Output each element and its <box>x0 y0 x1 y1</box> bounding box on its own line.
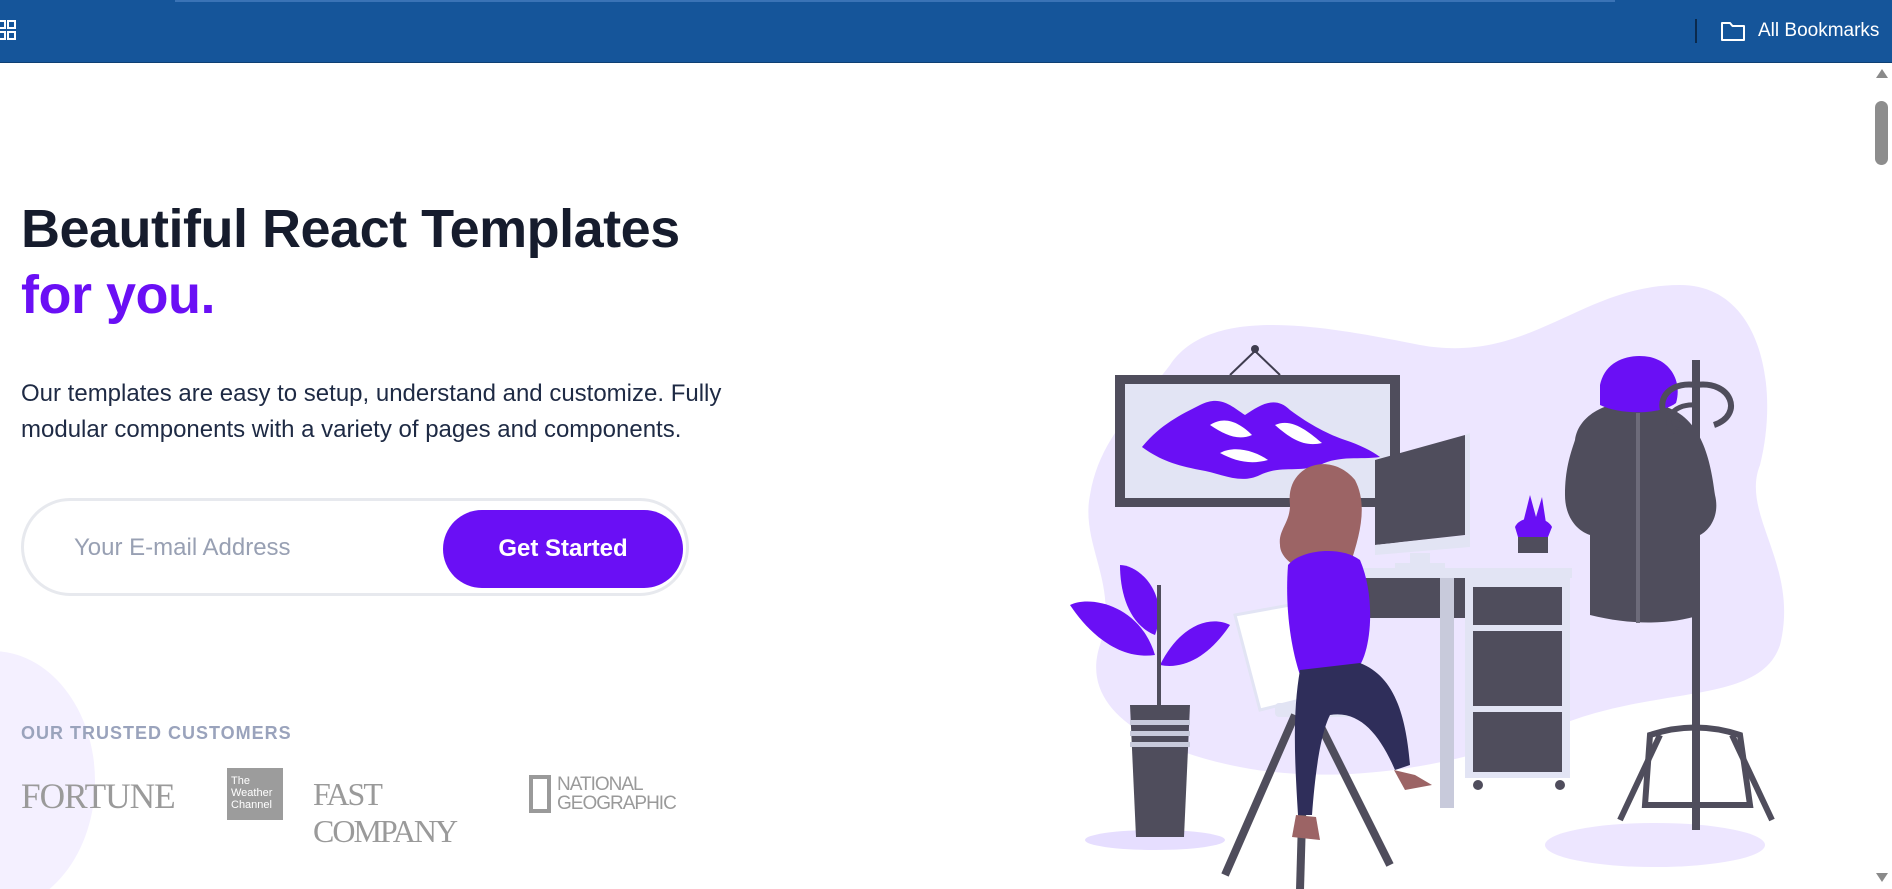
fast-company-logo: FAST COMPANY <box>313 776 458 849</box>
page-viewport: Beautiful React Templates for you. Our t… <box>0 63 1872 889</box>
email-input[interactable] <box>72 525 436 571</box>
all-bookmarks-button[interactable]: All Bookmarks <box>1720 16 1879 46</box>
hero-headline: Beautiful React Templates for you. <box>21 196 680 328</box>
scroll-thumb[interactable] <box>1875 101 1888 165</box>
natgeo-frame-icon <box>529 775 551 813</box>
tab-strip-accent <box>175 0 1615 2</box>
weather-channel-logo: The Weather Channel <box>227 768 283 820</box>
page-scrollbar[interactable] <box>1872 63 1892 889</box>
fortune-logo: FORTUNE <box>21 776 176 816</box>
natgeo-line-2: GEOGRAPHIC <box>557 793 677 814</box>
all-bookmarks-label: All Bookmarks <box>1758 20 1880 41</box>
hero-description: Our templates are easy to setup, underst… <box>21 380 722 443</box>
signup-form: Get Started <box>21 498 689 596</box>
folder-icon <box>1721 22 1745 41</box>
trusted-customers-label: OUR TRUSTED CUSTOMERS <box>21 723 292 743</box>
headline-line-1: Beautiful React Templates <box>21 199 680 259</box>
bookmarks-bar: All Bookmarks <box>0 0 1892 63</box>
get-started-button[interactable]: Get Started <box>443 510 683 588</box>
headline-line-2: for you. <box>21 265 215 325</box>
person-at-desk-illustration <box>1070 285 1785 889</box>
weather-logo-line-2: Weather <box>231 787 273 799</box>
apps-grid-icon[interactable] <box>0 20 16 40</box>
scroll-down-arrow-icon[interactable] <box>1876 873 1888 882</box>
natgeo-line-1: NATIONAL <box>557 774 644 795</box>
decorative-blob <box>0 651 95 889</box>
national-geographic-logo: NATIONAL GEOGRAPHIC <box>529 771 677 817</box>
weather-logo-line-3: Channel <box>231 799 272 811</box>
weather-logo-line-1: The <box>231 775 250 787</box>
scroll-up-arrow-icon[interactable] <box>1876 69 1888 78</box>
bookmarks-separator <box>1695 19 1697 43</box>
